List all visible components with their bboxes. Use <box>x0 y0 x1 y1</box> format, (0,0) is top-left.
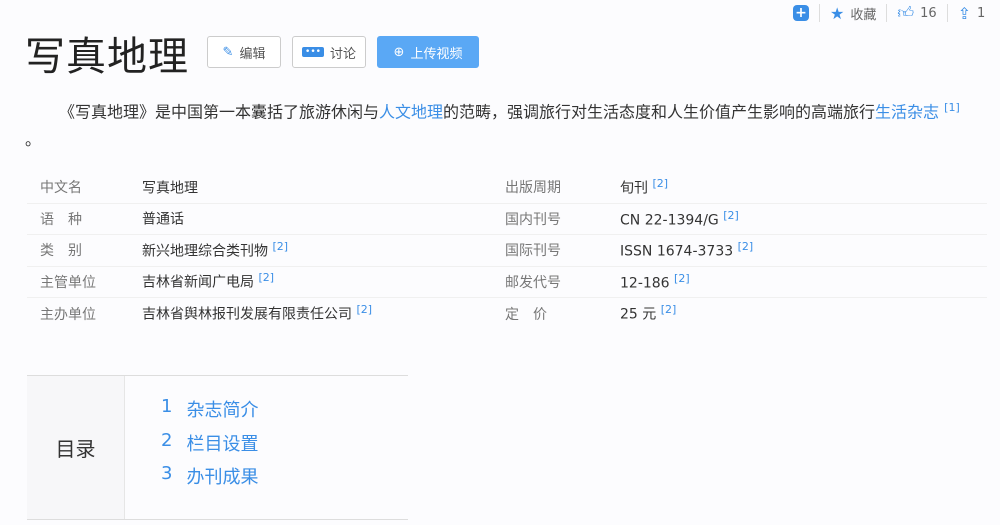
info-label: 语 种 <box>40 211 82 228</box>
info-value: 普通话 <box>142 208 505 229</box>
toc-link[interactable]: 栏目设置 <box>186 430 258 464</box>
add-icon[interactable]: + <box>793 5 809 21</box>
toc-label: 目录 <box>27 376 125 519</box>
info-label: 邮发代号 <box>505 274 561 291</box>
info-value-text: 吉林省新闻广电局 <box>142 275 254 292</box>
info-value: 新兴地理综合类刊物 [2] <box>142 240 505 261</box>
info-row: 语 种 普通话 国内刊号 CN 22-1394/G [2] <box>27 204 987 235</box>
share-icon[interactable]: ⇪ <box>958 4 971 23</box>
like-count[interactable]: 16 <box>920 6 937 21</box>
intro-text: 《写真地理》是中国第一本囊括了旅游休闲与 <box>59 102 380 122</box>
reference-link[interactable]: [2] <box>356 303 372 316</box>
table-of-contents: 目录 1 杂志简介 2 栏目设置 3 办刊成果 <box>27 375 408 520</box>
toc-item[interactable]: 1 杂志简介 <box>161 396 258 430</box>
thumbs-up-icon[interactable]: 👍︎ <box>897 3 914 23</box>
link-renwen-dili[interactable]: 人文地理 <box>379 102 443 121</box>
info-value-text: ISSN 1674-3733 <box>620 244 734 261</box>
info-row: 主办单位 吉林省舆林报刊发展有限责任公司 [2] 定 价 25 元 [2] <box>27 298 987 330</box>
info-label: 国际刊号 <box>505 243 561 260</box>
info-row: 中文名 写真地理 出版周期 旬刊 [2] <box>27 172 987 204</box>
info-value: 吉林省舆林报刊发展有限责任公司 [2] <box>142 303 505 324</box>
info-table: 中文名 写真地理 出版周期 旬刊 [2] 语 种 普通话 国内刊号 CN 22-1… <box>27 172 987 330</box>
edit-label: 编辑 <box>239 46 266 62</box>
reference-link[interactable]: [2] <box>652 177 668 190</box>
pencil-icon: ✎ <box>222 44 234 60</box>
info-value-text: 12-186 <box>620 275 670 292</box>
info-row: 类 别 新兴地理综合类刊物 [2] 国际刊号 ISSN 1674-3733 [2… <box>27 235 987 267</box>
info-label: 主办单位 <box>40 306 96 323</box>
info-label: 出版周期 <box>505 180 561 197</box>
edit-button[interactable]: ✎ 编辑 <box>207 36 281 68</box>
reference-link[interactable]: [2] <box>272 240 288 253</box>
toc-number: 3 <box>161 463 173 484</box>
link-shenghuo-zazhi[interactable]: 生活杂志 <box>875 102 939 121</box>
info-value-text: CN 22-1394/G <box>620 212 719 229</box>
info-label: 中文名 <box>40 180 82 197</box>
info-value-text: 吉林省舆林报刊发展有限责任公司 <box>142 307 352 324</box>
upload-label: 上传视频 <box>410 46 463 62</box>
info-row: 主管单位 吉林省新闻广电局 [2] 邮发代号 12-186 [2] <box>27 267 987 298</box>
divider <box>946 4 948 22</box>
reference-link[interactable]: [1] <box>944 101 960 114</box>
info-value: 吉林省新闻广电局 [2] <box>142 271 505 292</box>
intro-paragraph: 《写真地理》是中国第一本囊括了旅游休闲与人文地理的范畴，强调旅行对生活态度和人生… <box>25 94 980 154</box>
info-value: 写真地理 <box>142 177 505 198</box>
share-count[interactable]: 1 <box>977 6 985 21</box>
comment-icon: ••• <box>302 47 324 57</box>
reference-link[interactable]: [2] <box>738 240 754 253</box>
toc-item[interactable]: 3 办刊成果 <box>161 463 258 497</box>
info-label: 主管单位 <box>40 274 96 291</box>
discuss-button[interactable]: ••• 讨论 <box>292 36 366 68</box>
reference-link[interactable]: [2] <box>661 303 677 316</box>
toc-number: 2 <box>161 429 173 451</box>
info-value-text: 25 元 <box>620 307 657 324</box>
info-value: ISSN 1674-3733 [2] <box>620 240 753 260</box>
divider <box>819 4 820 22</box>
info-label: 国内刊号 <box>505 211 561 228</box>
page-title: 写真地理 <box>25 34 189 80</box>
discuss-label: 讨论 <box>329 46 356 62</box>
info-value-text: 普通话 <box>142 212 184 229</box>
info-value: 12-186 [2] <box>620 272 690 292</box>
divider <box>886 4 888 22</box>
intro-text: 的范畴，强调旅行对生活态度和人生价值产生影响的高端旅行 <box>443 102 876 122</box>
reference-link[interactable]: [2] <box>258 271 274 284</box>
upload-icon: ⊕ <box>393 44 405 60</box>
info-value-text: 新兴地理综合类刊物 <box>142 243 268 260</box>
upload-video-button[interactable]: ⊕ 上传视频 <box>377 36 479 68</box>
info-value: 25 元 [2] <box>620 303 676 324</box>
toolbar: + ★ 收藏 👍︎ 16 ⇪ 1 <box>793 2 985 24</box>
intro-text: 。 <box>25 130 42 150</box>
collect-button[interactable]: 收藏 <box>850 4 876 23</box>
toc-link[interactable]: 杂志简介 <box>186 396 258 430</box>
toc-link[interactable]: 办刊成果 <box>186 463 258 497</box>
toc-item[interactable]: 2 栏目设置 <box>161 430 258 464</box>
star-icon[interactable]: ★ <box>830 4 844 23</box>
reference-link[interactable]: [2] <box>674 272 690 285</box>
info-label: 定 价 <box>505 306 547 323</box>
info-value-text: 旬刊 <box>620 180 648 197</box>
info-value: CN 22-1394/G [2] <box>620 209 739 229</box>
info-value-text: 写真地理 <box>142 180 198 197</box>
reference-link[interactable]: [2] <box>723 209 739 222</box>
info-value: 旬刊 [2] <box>620 177 668 198</box>
info-label: 类 别 <box>40 243 82 260</box>
toc-number: 1 <box>161 396 173 417</box>
